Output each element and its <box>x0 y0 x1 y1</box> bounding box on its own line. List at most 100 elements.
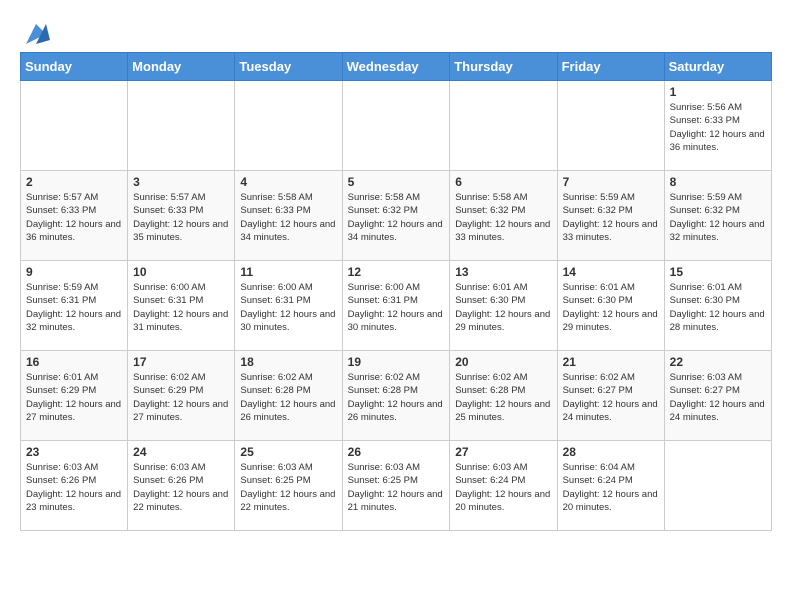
day-cell: 28 Sunrise: 6:04 AM Sunset: 6:24 PM Dayli… <box>557 441 664 531</box>
day-info: Sunrise: 6:02 AM Sunset: 6:28 PM Dayligh… <box>348 371 445 424</box>
week-row-5: 23 Sunrise: 6:03 AM Sunset: 6:26 PM Dayli… <box>21 441 772 531</box>
day-info: Sunrise: 6:01 AM Sunset: 6:30 PM Dayligh… <box>670 281 766 334</box>
day-cell: 21Sunrise: 6:02 AM Sunset: 6:27 PM Dayli… <box>557 351 664 441</box>
weekday-header-tuesday: Tuesday <box>235 53 342 81</box>
day-number: 8 <box>670 175 766 189</box>
weekday-header-thursday: Thursday <box>450 53 557 81</box>
day-number: 20 <box>455 355 551 369</box>
day-number: 25 <box>240 445 336 459</box>
day-number: 27 <box>455 445 551 459</box>
day-number: 3 <box>133 175 229 189</box>
day-cell: 26 Sunrise: 6:03 AM Sunset: 6:25 PM Dayli… <box>342 441 450 531</box>
day-cell: 11 Sunrise: 6:00 AM Sunset: 6:31 PM Dayli… <box>235 261 342 351</box>
day-info: Sunrise: 6:02 AM Sunset: 6:27 PM Dayligh… <box>563 371 659 424</box>
day-info: Sunrise: 6:02 AM Sunset: 6:28 PM Dayligh… <box>240 371 336 424</box>
day-number: 28 <box>563 445 659 459</box>
day-cell: 4 Sunrise: 5:58 AM Sunset: 6:33 PM Daylig… <box>235 171 342 261</box>
day-info: Sunrise: 5:59 AM Sunset: 6:31 PM Dayligh… <box>26 281 122 334</box>
day-cell: 9Sunrise: 5:59 AM Sunset: 6:31 PM Daylig… <box>21 261 128 351</box>
day-cell: 1 Sunrise: 5:56 AM Sunset: 6:33 PM Daylig… <box>664 81 771 171</box>
week-row-3: 9Sunrise: 5:59 AM Sunset: 6:31 PM Daylig… <box>21 261 772 351</box>
day-cell: 16Sunrise: 6:01 AM Sunset: 6:29 PM Dayli… <box>21 351 128 441</box>
day-number: 24 <box>133 445 229 459</box>
day-number: 22 <box>670 355 766 369</box>
day-cell: 25 Sunrise: 6:03 AM Sunset: 6:25 PM Dayli… <box>235 441 342 531</box>
day-info: Sunrise: 6:02 AM Sunset: 6:28 PM Dayligh… <box>455 371 551 424</box>
day-info: Sunrise: 6:00 AM Sunset: 6:31 PM Dayligh… <box>133 281 229 334</box>
day-info: Sunrise: 5:57 AM Sunset: 6:33 PM Dayligh… <box>133 191 229 244</box>
weekday-header-wednesday: Wednesday <box>342 53 450 81</box>
day-cell: 19Sunrise: 6:02 AM Sunset: 6:28 PM Dayli… <box>342 351 450 441</box>
day-cell: 2 Sunrise: 5:57 AM Sunset: 6:33 PM Daylig… <box>21 171 128 261</box>
day-cell: 23 Sunrise: 6:03 AM Sunset: 6:26 PM Dayli… <box>21 441 128 531</box>
day-cell: 12 Sunrise: 6:00 AM Sunset: 6:31 PM Dayli… <box>342 261 450 351</box>
day-number: 6 <box>455 175 551 189</box>
day-number: 26 <box>348 445 445 459</box>
day-number: 10 <box>133 265 229 279</box>
day-cell <box>664 441 771 531</box>
day-number: 5 <box>348 175 445 189</box>
weekday-header-sunday: Sunday <box>21 53 128 81</box>
day-info: Sunrise: 5:59 AM Sunset: 6:32 PM Dayligh… <box>670 191 766 244</box>
week-row-1: 1 Sunrise: 5:56 AM Sunset: 6:33 PM Daylig… <box>21 81 772 171</box>
day-info: Sunrise: 6:01 AM Sunset: 6:30 PM Dayligh… <box>455 281 551 334</box>
day-cell: 13Sunrise: 6:01 AM Sunset: 6:30 PM Dayli… <box>450 261 557 351</box>
day-number: 2 <box>26 175 122 189</box>
day-number: 11 <box>240 265 336 279</box>
day-cell: 17 Sunrise: 6:02 AM Sunset: 6:29 PM Dayli… <box>128 351 235 441</box>
day-number: 17 <box>133 355 229 369</box>
day-number: 15 <box>670 265 766 279</box>
calendar-table: SundayMondayTuesdayWednesdayThursdayFrid… <box>20 52 772 531</box>
day-info: Sunrise: 6:03 AM Sunset: 6:26 PM Dayligh… <box>133 461 229 514</box>
day-number: 1 <box>670 85 766 99</box>
day-number: 12 <box>348 265 445 279</box>
day-info: Sunrise: 6:03 AM Sunset: 6:26 PM Dayligh… <box>26 461 122 514</box>
day-info: Sunrise: 5:58 AM Sunset: 6:32 PM Dayligh… <box>455 191 551 244</box>
day-cell <box>21 81 128 171</box>
day-number: 16 <box>26 355 122 369</box>
day-info: Sunrise: 5:58 AM Sunset: 6:33 PM Dayligh… <box>240 191 336 244</box>
day-cell: 3 Sunrise: 5:57 AM Sunset: 6:33 PM Daylig… <box>128 171 235 261</box>
day-info: Sunrise: 6:03 AM Sunset: 6:24 PM Dayligh… <box>455 461 551 514</box>
day-info: Sunrise: 5:58 AM Sunset: 6:32 PM Dayligh… <box>348 191 445 244</box>
day-number: 4 <box>240 175 336 189</box>
day-info: Sunrise: 5:57 AM Sunset: 6:33 PM Dayligh… <box>26 191 122 244</box>
day-cell <box>128 81 235 171</box>
day-cell: 6 Sunrise: 5:58 AM Sunset: 6:32 PM Daylig… <box>450 171 557 261</box>
day-cell <box>235 81 342 171</box>
page-header <box>20 20 772 42</box>
day-cell <box>450 81 557 171</box>
logo-icon <box>22 20 50 48</box>
day-cell: 8 Sunrise: 5:59 AM Sunset: 6:32 PM Daylig… <box>664 171 771 261</box>
day-cell: 27 Sunrise: 6:03 AM Sunset: 6:24 PM Dayli… <box>450 441 557 531</box>
weekday-header-row: SundayMondayTuesdayWednesdayThursdayFrid… <box>21 53 772 81</box>
day-number: 14 <box>563 265 659 279</box>
day-cell: 24 Sunrise: 6:03 AM Sunset: 6:26 PM Dayli… <box>128 441 235 531</box>
day-cell: 20 Sunrise: 6:02 AM Sunset: 6:28 PM Dayli… <box>450 351 557 441</box>
day-info: Sunrise: 5:59 AM Sunset: 6:32 PM Dayligh… <box>563 191 659 244</box>
day-number: 7 <box>563 175 659 189</box>
day-cell: 18Sunrise: 6:02 AM Sunset: 6:28 PM Dayli… <box>235 351 342 441</box>
week-row-4: 16Sunrise: 6:01 AM Sunset: 6:29 PM Dayli… <box>21 351 772 441</box>
day-info: Sunrise: 6:01 AM Sunset: 6:30 PM Dayligh… <box>563 281 659 334</box>
logo <box>20 20 50 42</box>
day-cell: 5 Sunrise: 5:58 AM Sunset: 6:32 PM Daylig… <box>342 171 450 261</box>
day-cell: 15 Sunrise: 6:01 AM Sunset: 6:30 PM Dayli… <box>664 261 771 351</box>
day-number: 23 <box>26 445 122 459</box>
day-info: Sunrise: 6:04 AM Sunset: 6:24 PM Dayligh… <box>563 461 659 514</box>
weekday-header-friday: Friday <box>557 53 664 81</box>
day-info: Sunrise: 6:03 AM Sunset: 6:25 PM Dayligh… <box>348 461 445 514</box>
day-info: Sunrise: 6:03 AM Sunset: 6:25 PM Dayligh… <box>240 461 336 514</box>
day-info: Sunrise: 6:00 AM Sunset: 6:31 PM Dayligh… <box>240 281 336 334</box>
day-info: Sunrise: 6:02 AM Sunset: 6:29 PM Dayligh… <box>133 371 229 424</box>
day-cell <box>557 81 664 171</box>
day-cell <box>342 81 450 171</box>
weekday-header-saturday: Saturday <box>664 53 771 81</box>
day-cell: 10 Sunrise: 6:00 AM Sunset: 6:31 PM Dayli… <box>128 261 235 351</box>
day-info: Sunrise: 5:56 AM Sunset: 6:33 PM Dayligh… <box>670 101 766 154</box>
day-cell: 22Sunrise: 6:03 AM Sunset: 6:27 PM Dayli… <box>664 351 771 441</box>
day-cell: 7 Sunrise: 5:59 AM Sunset: 6:32 PM Daylig… <box>557 171 664 261</box>
day-cell: 14 Sunrise: 6:01 AM Sunset: 6:30 PM Dayli… <box>557 261 664 351</box>
weekday-header-monday: Monday <box>128 53 235 81</box>
day-info: Sunrise: 6:00 AM Sunset: 6:31 PM Dayligh… <box>348 281 445 334</box>
